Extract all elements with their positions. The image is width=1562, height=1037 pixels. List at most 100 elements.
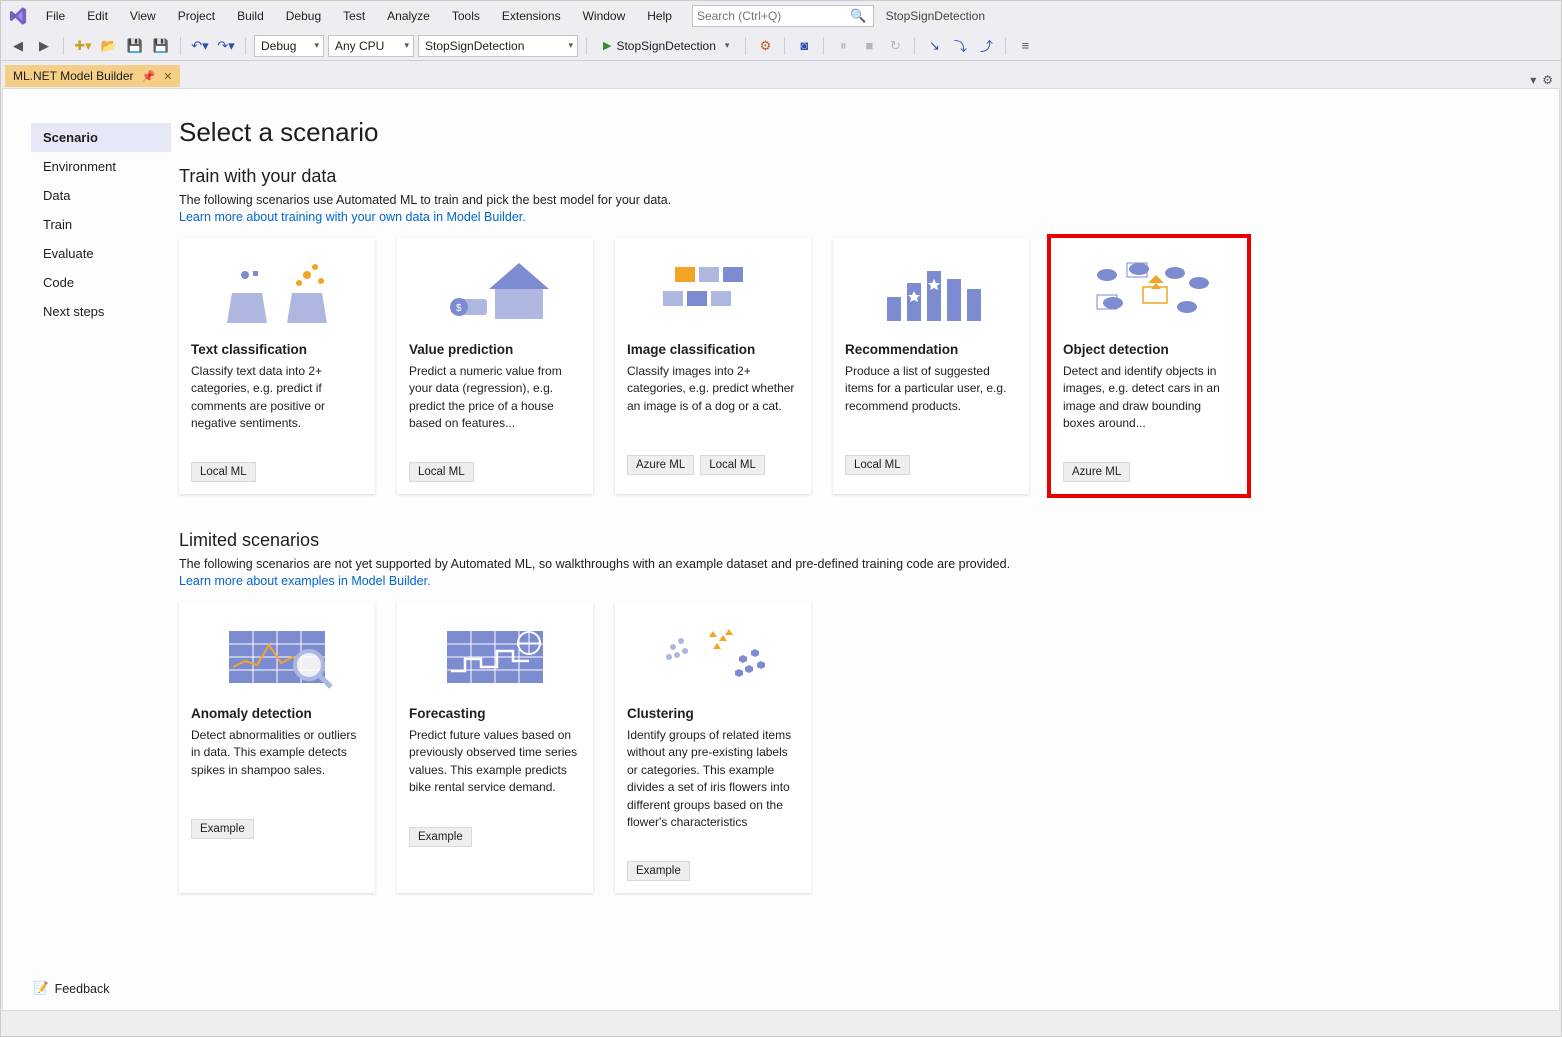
separator — [180, 37, 181, 55]
illus-anomaly-icon — [191, 616, 363, 696]
vs-logo-icon — [7, 4, 30, 28]
separator — [914, 37, 915, 55]
open-icon[interactable]: 📂 — [98, 35, 120, 57]
menu-file[interactable]: File — [36, 5, 75, 27]
card-title: Forecasting — [409, 706, 581, 721]
document-tab-row: ML.NET Model Builder 📌 ✕ ▾ ⚙ — [1, 61, 1561, 87]
nav-step-environment[interactable]: Environment — [31, 152, 171, 181]
card-object-detection[interactable]: Object detection Detect and identify obj… — [1051, 238, 1247, 495]
nav-step-train[interactable]: Train — [31, 210, 171, 239]
card-desc: Identify groups of related items without… — [627, 727, 799, 831]
platform-dropdown[interactable]: Any CPU — [328, 35, 414, 57]
pin-icon[interactable]: 📌 — [142, 70, 156, 83]
card-title: Recommendation — [845, 342, 1017, 357]
card-value-prediction[interactable]: $ Value prediction Predict a numeric val… — [397, 238, 593, 495]
undo-icon[interactable]: ↶▾ — [189, 35, 211, 57]
step-over-icon[interactable]: ⤵ — [949, 35, 971, 57]
menu-project[interactable]: Project — [168, 5, 225, 27]
separator — [245, 37, 246, 55]
tool-icon[interactable]: ⚙ — [754, 35, 776, 57]
tag-local-ml: Local ML — [191, 462, 256, 482]
redo-icon[interactable]: ↷▾ — [215, 35, 237, 57]
card-title: Value prediction — [409, 342, 581, 357]
svg-text:$: $ — [456, 303, 462, 314]
nav-step-code[interactable]: Code — [31, 268, 171, 297]
menu-test[interactable]: Test — [333, 5, 375, 27]
menu-build[interactable]: Build — [227, 5, 274, 27]
section-limited-title: Limited scenarios — [179, 530, 1519, 551]
camera-icon[interactable]: ◙ — [793, 35, 815, 57]
step-into-icon[interactable]: ↘ — [923, 35, 945, 57]
card-desc: Predict a numeric value from your data (… — [409, 363, 581, 433]
separator — [784, 37, 785, 55]
gear-icon[interactable]: ⚙ — [1542, 73, 1553, 87]
start-label: StopSignDetection — [616, 39, 715, 53]
doc-tab-model-builder[interactable]: ML.NET Model Builder 📌 ✕ — [5, 65, 180, 87]
menu-extensions[interactable]: Extensions — [492, 5, 571, 27]
tag-local-ml: Local ML — [409, 462, 474, 482]
tag-example: Example — [409, 827, 472, 847]
wizard-nav: Scenario Environment Data Train Evaluate… — [31, 103, 171, 1010]
card-desc: Detect abnormalities or outliers in data… — [191, 727, 363, 789]
restart-icon[interactable]: ↻ — [884, 35, 906, 57]
options-icon[interactable]: ≡ — [1014, 35, 1036, 57]
card-desc: Classify text data into 2+ categories, e… — [191, 363, 363, 433]
forward-nav-icon[interactable]: ▶ — [33, 35, 55, 57]
startup-project-dropdown[interactable]: StopSignDetection — [418, 35, 578, 57]
tab-title: ML.NET Model Builder — [13, 69, 134, 83]
tag-example: Example — [627, 861, 690, 881]
learn-more-examples-link[interactable]: Learn more about examples in Model Build… — [179, 574, 431, 588]
menu-analyze[interactable]: Analyze — [377, 5, 440, 27]
pause-icon[interactable]: ⏸ — [832, 35, 854, 57]
menu-debug[interactable]: Debug — [276, 5, 331, 27]
quick-launch-search[interactable]: 🔍 — [692, 5, 874, 27]
learn-more-train-link[interactable]: Learn more about training with your own … — [179, 210, 526, 224]
illus-image-classification-icon — [627, 252, 799, 332]
search-input[interactable] — [697, 9, 869, 23]
card-text-classification[interactable]: Text classification Classify text data i… — [179, 238, 375, 495]
card-image-classification[interactable]: Image classification Classify images int… — [615, 238, 811, 495]
card-forecasting[interactable]: Forecasting Predict future values based … — [397, 602, 593, 893]
menu-view[interactable]: View — [120, 5, 166, 27]
section-train-title: Train with your data — [179, 166, 1519, 187]
tag-azure-ml: Azure ML — [627, 455, 694, 475]
config-dropdown[interactable]: Debug — [254, 35, 324, 57]
menu-help[interactable]: Help — [637, 5, 682, 27]
stop-icon[interactable]: ■ — [858, 35, 880, 57]
save-all-icon[interactable]: 💾 — [150, 35, 172, 57]
separator — [1005, 37, 1006, 55]
tab-overflow-icon[interactable]: ▾ — [1530, 73, 1536, 87]
feedback-link[interactable]: 📝 Feedback — [33, 981, 109, 996]
card-recommendation[interactable]: Recommendation Produce a list of suggest… — [833, 238, 1029, 495]
start-debugging-button[interactable]: ▶ StopSignDetection — [595, 35, 737, 57]
menu-edit[interactable]: Edit — [77, 5, 118, 27]
play-icon: ▶ — [603, 39, 611, 52]
card-anomaly-detection[interactable]: Anomaly detection Detect abnormalities o… — [179, 602, 375, 893]
tag-local-ml: Local ML — [700, 455, 765, 475]
nav-step-evaluate[interactable]: Evaluate — [31, 239, 171, 268]
menu-tools[interactable]: Tools — [442, 5, 490, 27]
save-icon[interactable]: 💾 — [124, 35, 146, 57]
search-icon: 🔍 — [850, 8, 866, 24]
feedback-label: Feedback — [55, 982, 110, 996]
section-limited-desc: The following scenarios are not yet supp… — [179, 555, 1519, 574]
nav-step-data[interactable]: Data — [31, 181, 171, 210]
nav-step-scenario[interactable]: Scenario — [31, 123, 171, 152]
separator — [745, 37, 746, 55]
close-icon[interactable]: ✕ — [163, 70, 172, 83]
illus-text-classification-icon — [191, 252, 363, 332]
step-out-icon[interactable]: ⤴ — [975, 35, 997, 57]
card-desc: Classify images into 2+ categories, e.g.… — [627, 363, 799, 425]
illus-forecasting-icon — [409, 616, 581, 696]
section-train-desc: The following scenarios use Automated ML… — [179, 191, 1519, 210]
new-item-icon[interactable]: ✚▾ — [72, 35, 94, 57]
card-clustering[interactable]: Clustering Identify groups of related it… — [615, 602, 811, 893]
separator — [586, 37, 587, 55]
separator — [63, 37, 64, 55]
menu-window[interactable]: Window — [573, 5, 636, 27]
nav-step-next-steps[interactable]: Next steps — [31, 297, 171, 326]
tag-local-ml: Local ML — [845, 455, 910, 475]
feedback-icon: 📝 — [33, 981, 49, 996]
card-desc: Predict future values based on previousl… — [409, 727, 581, 797]
back-nav-icon[interactable]: ◀ — [7, 35, 29, 57]
